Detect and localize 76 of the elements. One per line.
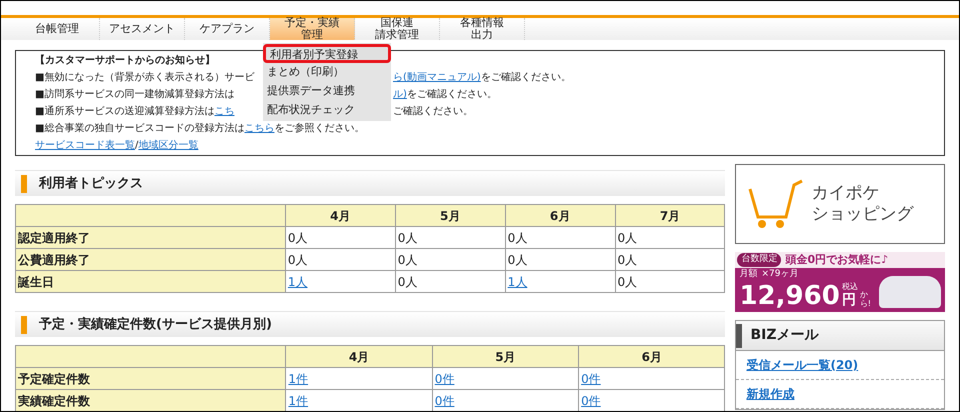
menu-item[interactable]: 提供票データ連携 <box>263 82 391 101</box>
cart-icon <box>748 179 804 229</box>
table-header-cell: 5月 <box>395 204 506 226</box>
count-text: 0人 <box>618 252 638 266</box>
row-label-cell: 公費適用終了 <box>16 248 286 270</box>
count-text: 0人 <box>398 230 418 244</box>
count-link[interactable]: 1件 <box>288 394 308 408</box>
notice-text: ■通所系サービスの送迎減算登録方法は <box>35 104 214 119</box>
menu-item[interactable]: まとめ（印刷） <box>263 63 391 82</box>
menu-item[interactable]: 配布状況チェック <box>263 101 391 120</box>
notice-text: をご参照ください。 <box>274 122 364 136</box>
count-link[interactable]: 0件 <box>434 394 454 408</box>
count-link[interactable]: 0件 <box>581 394 601 408</box>
notice-link[interactable]: ル) <box>393 86 407 103</box>
shopping-banner[interactable]: カイポケ ショッピング <box>735 164 945 244</box>
mail-link[interactable]: 新規作成 <box>746 387 794 401</box>
nav-tab[interactable]: 各種情報 出力 <box>440 18 525 40</box>
nav-tab[interactable]: 台帳管理 <box>15 18 100 40</box>
car-placeholder <box>879 276 941 308</box>
notice-title: 【カスタマーサポートからのお知らせ】 <box>35 54 215 68</box>
row-label-cell: 認定適用終了 <box>16 226 286 248</box>
notice-link[interactable]: こち <box>214 103 234 120</box>
ad-text: ×79ヶ月 <box>761 268 798 281</box>
row-label-cell: 実績確定件数 <box>16 390 286 411</box>
notice-text: をご確認ください。 <box>406 88 497 102</box>
count-text: 0人 <box>508 230 528 244</box>
notice-text: ご確認ください。 <box>393 104 473 119</box>
section-title: 予定・実績確定件数(サービス提供月別) <box>39 316 272 334</box>
notice-link[interactable]: ら(動画マニュアル) <box>393 69 481 86</box>
section-marker-icon <box>21 316 27 334</box>
table-header-cell: 6月 <box>505 204 616 226</box>
notice-link[interactable]: サービスコード表一覧 <box>35 137 135 154</box>
panel-title: BIZメール <box>750 326 818 345</box>
notice-text: ■訪問系サービスの同一建物減算登録方法は <box>35 88 234 102</box>
mail-link[interactable]: 受信メール一覧(20) <box>746 358 858 372</box>
nav-tab[interactable]: 予定・実績 管理 <box>270 18 355 40</box>
table-header-cell: 6月 <box>578 346 725 368</box>
count-text: 0人 <box>618 274 638 288</box>
count-link[interactable]: 0件 <box>434 372 454 386</box>
notice-text: / <box>135 139 138 153</box>
count-text: 0人 <box>508 252 528 266</box>
banner-text: ショッピング <box>811 204 914 225</box>
notice-text: ■無効になった（背景が赤く表示される）サービ <box>35 70 254 85</box>
notice-text: ■総合事業の独自サービスコードの登録方法は <box>35 122 244 136</box>
row-label-cell: 予定確定件数 <box>16 368 286 390</box>
ad-headline: 頭金0円でお気軽に♪ <box>785 252 888 268</box>
count-text: 0人 <box>288 252 308 266</box>
count-text: 0人 <box>398 274 418 288</box>
count-text: 0人 <box>618 230 638 244</box>
notice-link[interactable]: 地域区分一覧 <box>138 137 198 154</box>
table-header-cell: 4月 <box>286 346 432 368</box>
section-title: 利用者トピックス <box>39 174 143 193</box>
ad-price: 12,960 <box>739 282 840 310</box>
table-header-cell: 7月 <box>615 204 725 226</box>
ad-text: 月額 <box>739 268 758 281</box>
table-header-cell: 4月 <box>285 204 396 226</box>
count-link[interactable]: 1件 <box>288 372 308 386</box>
table-header-cell: 5月 <box>432 346 579 368</box>
menu-item[interactable]: 利用者別予実登録 <box>263 44 391 63</box>
ad-text: から! <box>860 290 870 308</box>
notice-link[interactable]: こちら <box>244 120 274 137</box>
ad-text: 円 <box>842 292 857 308</box>
ad-badge: 台数限定 <box>737 253 782 267</box>
count-text: 0人 <box>398 252 418 266</box>
nav-tab[interactable]: アセスメント <box>100 18 185 40</box>
count-text: 0人 <box>288 230 308 244</box>
banner-text: カイポケ <box>811 183 880 204</box>
section-marker-icon <box>21 174 27 192</box>
row-label-cell: 誕生日 <box>16 270 286 292</box>
count-link[interactable]: 1人 <box>508 274 528 288</box>
ad-text: 税込 <box>842 282 858 292</box>
nav-tab[interactable]: 国保連 請求管理 <box>355 18 440 40</box>
panel-marker-icon <box>736 324 742 348</box>
notice-text: をご確認ください。 <box>480 70 571 85</box>
count-link[interactable]: 1人 <box>288 274 308 288</box>
count-link[interactable]: 0件 <box>581 372 601 386</box>
